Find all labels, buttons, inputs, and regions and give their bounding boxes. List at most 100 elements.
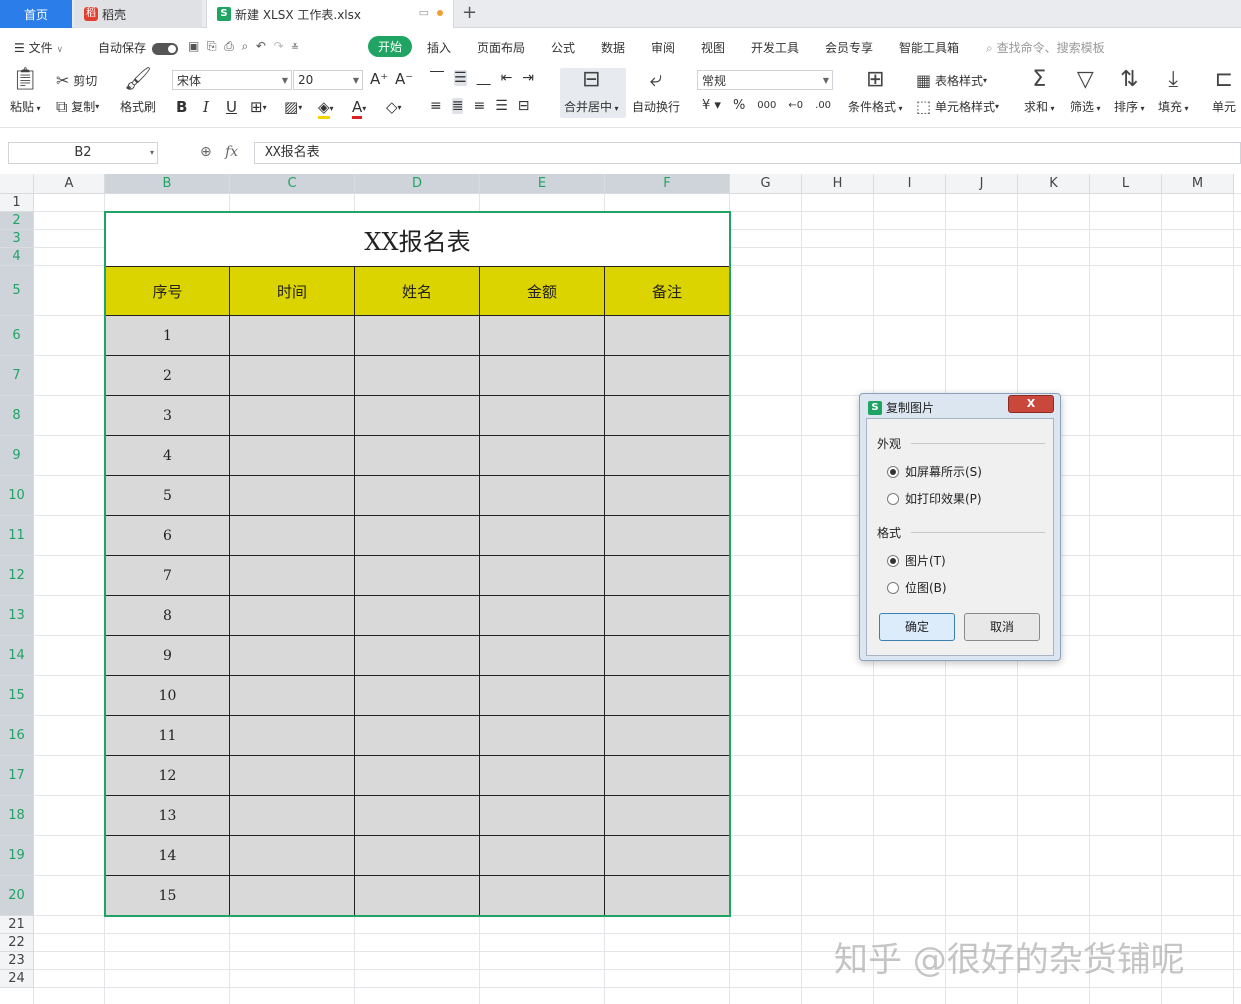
- command-search[interactable]: ⌕ 查找命令、搜索模板: [986, 39, 1105, 56]
- underline-button[interactable]: U: [226, 98, 237, 116]
- column-header-m[interactable]: M: [1162, 174, 1234, 194]
- table-cell[interactable]: [480, 676, 605, 716]
- row-header-16[interactable]: 16: [0, 716, 34, 756]
- table-cell[interactable]: [605, 716, 730, 756]
- row-header-3[interactable]: 3: [0, 230, 34, 248]
- row-header-14[interactable]: 14: [0, 636, 34, 676]
- fill-button[interactable]: ⤓ 填充 ▾: [1158, 68, 1189, 115]
- column-header-k[interactable]: K: [1018, 174, 1090, 194]
- distribute-icon[interactable]: ⊟: [518, 98, 530, 114]
- align-left-icon[interactable]: ≡: [430, 98, 442, 114]
- serial-cell[interactable]: 15: [105, 876, 230, 916]
- close-button[interactable]: X: [1008, 395, 1054, 413]
- row-header-24[interactable]: 24: [0, 970, 34, 988]
- table-header-cell[interactable]: 姓名: [355, 266, 480, 316]
- paste-button[interactable]: 📋︎ 粘贴 ▾: [10, 68, 41, 115]
- row-header-11[interactable]: 11: [0, 516, 34, 556]
- table-cell[interactable]: [605, 676, 730, 716]
- row-header-20[interactable]: 20: [0, 876, 34, 916]
- table-header-cell[interactable]: 时间: [230, 266, 355, 316]
- table-cell[interactable]: [230, 396, 355, 436]
- formula-input[interactable]: XX报名表: [254, 142, 1241, 164]
- row-header-2[interactable]: 2: [0, 212, 34, 230]
- column-header-j[interactable]: J: [946, 174, 1018, 194]
- table-style-button[interactable]: ▦ 表格样式 ▾: [916, 72, 987, 89]
- radio-as-printed[interactable]: 如打印效果(P): [887, 490, 982, 507]
- ok-button[interactable]: 确定: [879, 613, 955, 641]
- table-cell[interactable]: [605, 596, 730, 636]
- table-cell[interactable]: [230, 636, 355, 676]
- table-cell[interactable]: [355, 636, 480, 676]
- table-cell[interactable]: [355, 676, 480, 716]
- serial-cell[interactable]: 3: [105, 396, 230, 436]
- table-cell[interactable]: [355, 716, 480, 756]
- fx-icon[interactable]: fx: [225, 144, 238, 160]
- cell-fill-button[interactable]: ▨ ▾: [284, 98, 302, 116]
- table-cell[interactable]: [480, 716, 605, 756]
- row-header-15[interactable]: 15: [0, 676, 34, 716]
- menu-tab-member[interactable]: 会员专享: [825, 39, 873, 56]
- zoom-icon[interactable]: ⊕: [200, 144, 212, 160]
- print-icon[interactable]: ⎙: [224, 39, 234, 53]
- column-header-f[interactable]: F: [605, 174, 730, 194]
- table-cell[interactable]: [355, 396, 480, 436]
- table-cell[interactable]: [230, 756, 355, 796]
- column-header-a[interactable]: A: [34, 174, 105, 194]
- cell-style-button[interactable]: ⬚ 单元格样式 ▾: [916, 98, 999, 115]
- table-cell[interactable]: [480, 436, 605, 476]
- number-format-select[interactable]: 常规 ▼: [697, 70, 833, 90]
- table-cell[interactable]: [355, 796, 480, 836]
- row-header-17[interactable]: 17: [0, 756, 34, 796]
- conditional-format-button[interactable]: ⊞ 条件格式 ▾: [848, 68, 903, 115]
- undo-icon[interactable]: ↶: [256, 39, 266, 53]
- filter-button[interactable]: ▽ 筛选 ▾: [1070, 68, 1101, 115]
- table-cell[interactable]: [355, 436, 480, 476]
- table-cell[interactable]: [230, 876, 355, 916]
- table-cell[interactable]: [230, 476, 355, 516]
- redo-icon[interactable]: ↷: [274, 39, 284, 53]
- table-cell[interactable]: [355, 476, 480, 516]
- serial-cell[interactable]: 13: [105, 796, 230, 836]
- align-middle-icon[interactable]: ☰: [454, 70, 467, 86]
- column-header-d[interactable]: D: [355, 174, 480, 194]
- menu-tab-developer[interactable]: 开发工具: [751, 39, 799, 56]
- table-cell[interactable]: [480, 796, 605, 836]
- decimal-increase-icon[interactable]: ←0: [788, 100, 803, 111]
- italic-button[interactable]: I: [203, 98, 209, 116]
- column-header-c[interactable]: C: [230, 174, 355, 194]
- cell-button[interactable]: ⊏ 单元: [1212, 68, 1236, 115]
- row-header-18[interactable]: 18: [0, 796, 34, 836]
- row-header-19[interactable]: 19: [0, 836, 34, 876]
- table-cell[interactable]: [230, 676, 355, 716]
- align-center-icon[interactable]: ≣: [451, 98, 464, 114]
- table-title[interactable]: XX报名表: [105, 212, 730, 266]
- table-cell[interactable]: [230, 836, 355, 876]
- table-cell[interactable]: [230, 356, 355, 396]
- table-cell[interactable]: [605, 316, 730, 356]
- justify-icon[interactable]: ☰: [495, 98, 508, 114]
- table-cell[interactable]: [355, 316, 480, 356]
- table-cell[interactable]: [480, 516, 605, 556]
- select-all-corner[interactable]: [0, 174, 34, 194]
- menu-tab-view[interactable]: 视图: [701, 39, 725, 56]
- table-cell[interactable]: [480, 636, 605, 676]
- radio-as-shown-on-screen[interactable]: 如屏幕所示(S): [887, 463, 982, 480]
- row-header-7[interactable]: 7: [0, 356, 34, 396]
- wrap-text-button[interactable]: ⤶ 自动换行: [632, 68, 680, 115]
- table-cell[interactable]: [230, 716, 355, 756]
- radio-picture[interactable]: 图片(T): [887, 552, 946, 569]
- table-cell[interactable]: [480, 356, 605, 396]
- table-cell[interactable]: [355, 356, 480, 396]
- menu-tab-home[interactable]: 开始: [368, 36, 413, 57]
- serial-cell[interactable]: 10: [105, 676, 230, 716]
- tab-home[interactable]: 首页: [0, 0, 72, 28]
- column-header-l[interactable]: L: [1090, 174, 1162, 194]
- row-header-23[interactable]: 23: [0, 952, 34, 970]
- percent-icon[interactable]: %: [733, 98, 745, 113]
- table-cell[interactable]: [605, 876, 730, 916]
- serial-cell[interactable]: 12: [105, 756, 230, 796]
- table-cell[interactable]: [605, 356, 730, 396]
- row-header-8[interactable]: 8: [0, 396, 34, 436]
- new-tab-button[interactable]: +: [462, 2, 477, 23]
- align-top-icon[interactable]: ⎺: [430, 70, 444, 86]
